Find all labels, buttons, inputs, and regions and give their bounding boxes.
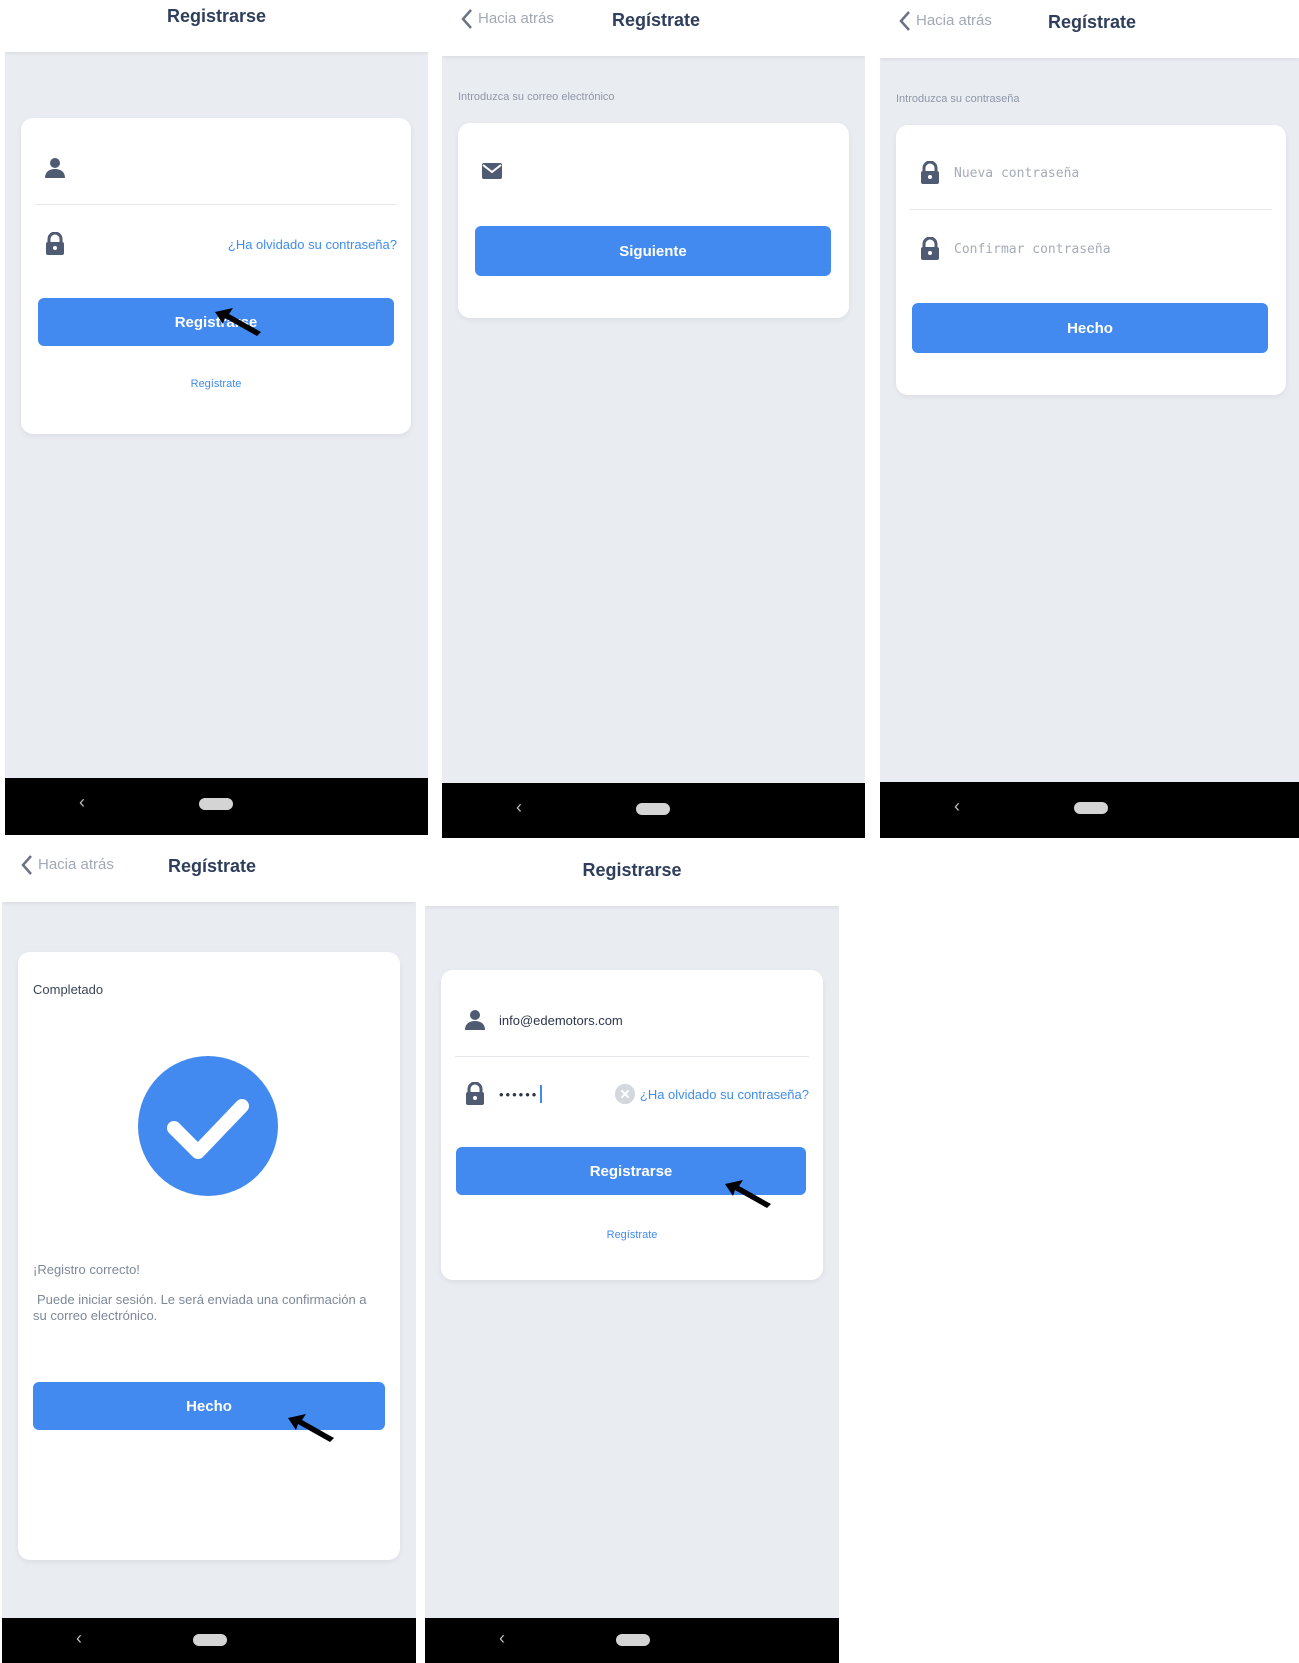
android-nav-bar: ‹ — [2, 1618, 416, 1663]
nav-home-icon[interactable] — [616, 1634, 650, 1646]
nav-back-icon[interactable]: ‹ — [499, 1628, 505, 1649]
done-button[interactable]: Hecho — [912, 303, 1268, 353]
top-bar: Hacia atrás Regístrate — [442, 0, 865, 56]
email-field[interactable] — [472, 135, 835, 207]
screen-success: Hacia atrás Regístrate Completado ¡Regis… — [2, 846, 416, 1663]
nav-home-icon[interactable] — [199, 798, 233, 810]
clear-icon[interactable] — [614, 1083, 636, 1105]
user-icon — [465, 1010, 485, 1030]
done-button-label: Hecho — [186, 1397, 232, 1415]
lock-icon — [921, 161, 939, 184]
page-title: Regístrate — [612, 10, 701, 30]
page-title: Registrarse — [582, 860, 682, 880]
username-field[interactable] — [35, 132, 397, 205]
screen-login-filled: Registrarse info@edemotors.com •••••• ¿H… — [425, 846, 839, 1663]
nav-back-icon[interactable]: ‹ — [516, 797, 522, 818]
android-nav-bar: ‹ — [425, 1618, 839, 1663]
pointer-arrow-icon — [725, 1180, 771, 1208]
new-password-placeholder: Nueva contraseña — [954, 165, 1080, 181]
page-title: Registrarse — [166, 6, 267, 26]
forgot-password-link[interactable]: ¿Ha olvidado su contraseña? — [228, 237, 397, 252]
chevron-left-icon — [461, 9, 472, 29]
next-button-label: Siguiente — [619, 242, 687, 260]
chevron-left-icon — [21, 855, 32, 875]
login-card: info@edemotors.com •••••• ¿Ha olvidado s… — [441, 970, 823, 1280]
back-button[interactable]: Hacia atrás — [898, 10, 992, 32]
user-icon — [45, 158, 65, 178]
lock-icon — [921, 237, 939, 260]
login-button-label: Registrarse — [589, 1162, 673, 1180]
nav-back-icon[interactable]: ‹ — [79, 792, 85, 813]
login-card: ¿Ha olvidado su contraseña? Registrarse … — [21, 118, 411, 434]
lock-icon — [46, 232, 64, 255]
screen-login-empty: Registrarse ¿Ha olvidado su contraseña? … — [5, 0, 428, 835]
page-title: Regístrate — [168, 856, 257, 876]
nav-home-icon[interactable] — [636, 803, 670, 815]
back-button[interactable]: Hacia atrás — [460, 8, 554, 30]
success-card: Completado ¡Registro correcto! Puede ini… — [18, 952, 400, 1560]
back-label: Hacia atrás — [916, 12, 992, 29]
email-value: info@edemotors.com — [499, 1012, 623, 1028]
status-label: Completado — [33, 982, 104, 997]
success-message: Puede iniciar sesión. Le será enviada un… — [33, 1292, 367, 1323]
next-button[interactable]: Siguiente — [475, 226, 831, 276]
top-bar: Registrarse — [425, 846, 839, 906]
confirm-password-placeholder: Confirmar contraseña — [954, 241, 1111, 257]
page-title: Regístrate — [1048, 12, 1137, 32]
text-cursor — [540, 1085, 543, 1103]
lock-icon — [466, 1082, 484, 1105]
android-nav-bar: ‹ — [880, 782, 1299, 838]
nav-back-icon[interactable]: ‹ — [76, 1628, 82, 1649]
password-field[interactable]: •••••• ¿Ha olvidado su contraseña? — [455, 1058, 809, 1130]
pointer-arrow-icon — [288, 1414, 334, 1442]
screen-email: Hacia atrás Regístrate Introduzca su cor… — [442, 0, 865, 838]
nav-back-icon[interactable]: ‹ — [954, 796, 960, 817]
register-link[interactable]: Regístrate — [21, 378, 411, 390]
instruction-text: Introduzca su correo electrónico — [458, 91, 615, 103]
password-card: Nueva contraseña Confirmar contraseña He… — [896, 125, 1286, 395]
password-field[interactable]: ¿Ha olvidado su contraseña? — [35, 208, 397, 280]
instruction-text: Introduzca su contraseña — [896, 93, 1020, 105]
pointer-arrow-icon — [215, 308, 261, 336]
done-button-label: Hecho — [1067, 319, 1113, 337]
chevron-left-icon — [899, 11, 910, 31]
email-card: Siguiente — [458, 123, 849, 318]
forgot-password-link[interactable]: ¿Ha olvidado su contraseña? — [640, 1087, 809, 1102]
back-label: Hacia atrás — [38, 856, 114, 873]
top-bar: Hacia atrás Regístrate — [2, 846, 416, 902]
success-check-icon — [138, 1056, 278, 1196]
top-bar: Hacia atrás Regístrate — [880, 0, 1299, 58]
success-title: ¡Registro correcto! — [33, 1262, 140, 1277]
nav-home-icon[interactable] — [1074, 802, 1108, 814]
password-value: •••••• — [499, 1086, 539, 1102]
back-label: Hacia atrás — [478, 10, 554, 27]
confirm-password-field[interactable]: Confirmar contraseña — [910, 213, 1272, 285]
envelope-icon — [482, 163, 502, 179]
username-field[interactable]: info@edemotors.com — [455, 984, 809, 1057]
nav-home-icon[interactable] — [193, 1634, 227, 1646]
register-link[interactable]: Regístrate — [441, 1229, 823, 1241]
back-button[interactable]: Hacia atrás — [20, 854, 114, 876]
new-password-field[interactable]: Nueva contraseña — [910, 137, 1272, 210]
android-nav-bar: ‹ — [442, 783, 865, 838]
top-bar: Registrarse — [5, 0, 428, 52]
android-nav-bar: ‹ — [5, 778, 428, 835]
screen-password: Hacia atrás Regístrate Introduzca su con… — [880, 0, 1299, 838]
